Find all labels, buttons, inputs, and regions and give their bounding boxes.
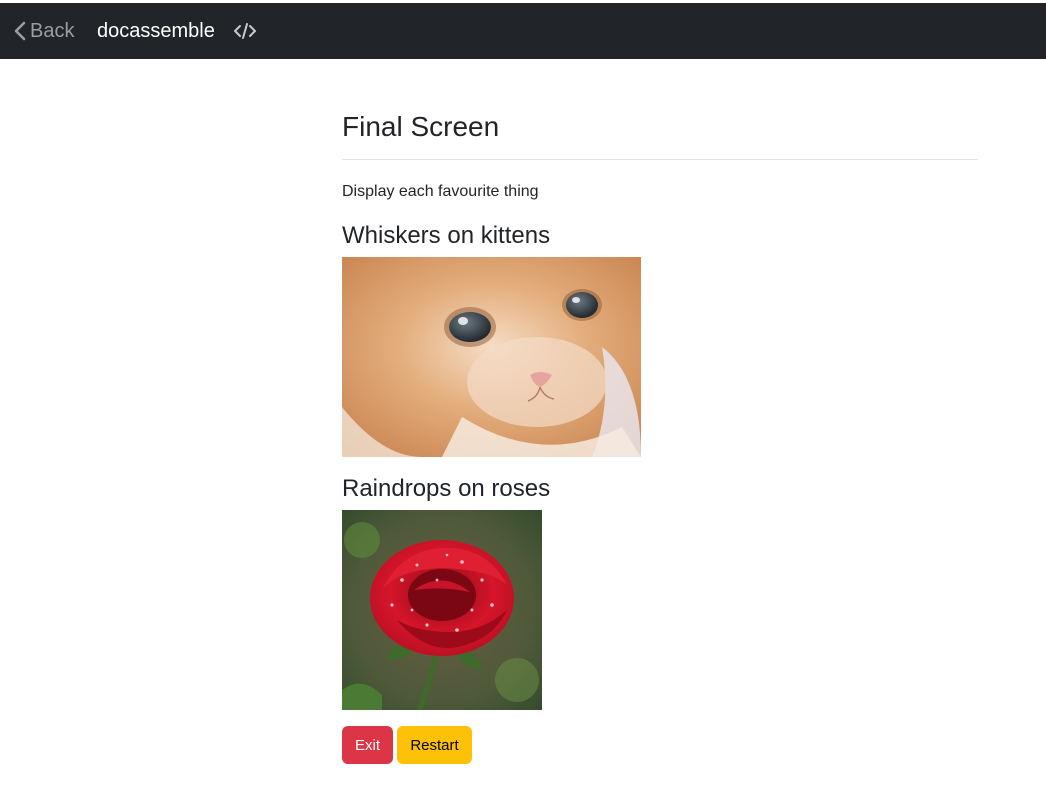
code-icon: [234, 23, 256, 39]
chevron-left-icon: [14, 21, 26, 41]
thing-heading-roses: Raindrops on roses: [342, 475, 551, 502]
back-label: Back: [30, 19, 75, 42]
page-title: Final Screen: [342, 111, 500, 142]
thing-heading-kittens: Whiskers on kittens: [342, 222, 551, 249]
subquestion-text: Display each favourite thing: [342, 183, 539, 200]
kitten-image: [342, 257, 641, 457]
back-button[interactable]: Back: [14, 3, 74, 59]
rose-image: [342, 510, 542, 710]
title-divider: [342, 159, 978, 160]
restart-button[interactable]: Restart: [397, 726, 472, 764]
source-code-button[interactable]: [233, 3, 257, 59]
exit-button[interactable]: Exit: [342, 726, 393, 764]
brand-title[interactable]: docassemble: [97, 3, 215, 59]
top-navbar: Back docassemble: [0, 3, 1046, 59]
